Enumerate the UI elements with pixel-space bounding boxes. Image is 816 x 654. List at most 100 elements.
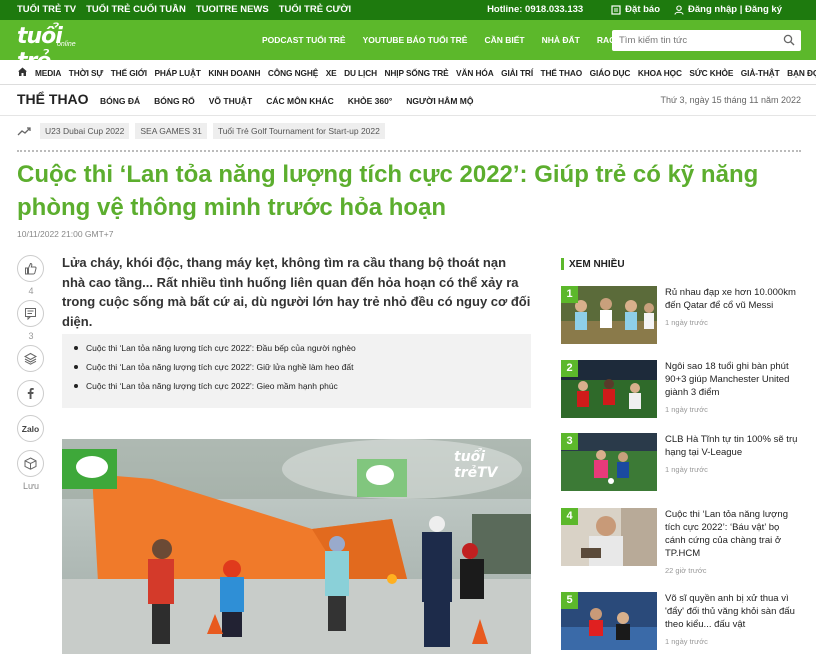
nav-item-giao-duc[interactable]: GIÁO DỤC bbox=[590, 68, 631, 78]
nav-item-ban-doc[interactable]: BẠN ĐỌC bbox=[787, 68, 816, 78]
nav-item-du-lich[interactable]: DU LỊCH bbox=[344, 68, 377, 78]
share-bar: 4 3 Zalo Lưu bbox=[17, 255, 45, 491]
hotline[interactable]: Hotline: 0918.033.133 bbox=[487, 4, 583, 15]
header-link-podcast[interactable]: PODCAST TUỔI TRẺ bbox=[262, 35, 346, 45]
logo-sub: online bbox=[57, 41, 76, 48]
item-thumbnail[interactable]: 1 bbox=[561, 286, 657, 344]
save-label: Lưu bbox=[22, 481, 40, 491]
trending-icon bbox=[17, 126, 31, 135]
login-link[interactable]: Đăng nhập | Đăng ký bbox=[674, 4, 782, 15]
nav-item-nhip-song-tre[interactable]: NHỊP SỐNG TRẺ bbox=[385, 68, 449, 78]
nav-item-thoi-su[interactable]: THỜI SỰ bbox=[69, 68, 104, 78]
bullet bbox=[74, 384, 78, 388]
top-link-news[interactable]: TUOITRE NEWS bbox=[196, 4, 269, 15]
article-date: 10/11/2022 21:00 GMT+7 bbox=[17, 229, 114, 239]
item-thumbnail[interactable]: 3 bbox=[561, 433, 657, 491]
nav-item-khoa-hoc[interactable]: KHOA HỌC bbox=[638, 68, 682, 78]
bullet bbox=[74, 365, 78, 369]
subscribe-link[interactable]: Đặt báo bbox=[611, 4, 660, 15]
related-item[interactable]: Cuộc thi ‘Lan tỏa năng lượng tích cực 20… bbox=[74, 381, 519, 391]
item-time: 22 giờ trước bbox=[665, 566, 707, 575]
top-link-tv[interactable]: TUỔI TRẺ TV bbox=[17, 4, 76, 15]
related-item[interactable]: Cuộc thi ‘Lan tỏa năng lượng tích cực 20… bbox=[74, 343, 519, 353]
subnav-bong-da[interactable]: BÓNG ĐÁ bbox=[100, 96, 140, 106]
item-title[interactable]: Võ sĩ quyền anh bị xử thua vì 'đẩy' đối … bbox=[665, 592, 801, 631]
item-text: Võ sĩ quyền anh bị xử thua vì 'đẩy' đối … bbox=[665, 592, 801, 648]
subscribe-label: Đặt báo bbox=[625, 4, 661, 15]
most-viewed-item[interactable]: 5 Võ sĩ quyền anh bị xử thua vì 'đẩy' đố… bbox=[561, 592, 801, 652]
rank-number: 1 bbox=[561, 286, 578, 303]
most-viewed-item[interactable]: 2 Ngôi sao 18 tuổi ghi bàn phút 90+3 giú… bbox=[561, 360, 801, 420]
login-label: Đăng nhập | Đăng ký bbox=[688, 4, 782, 15]
tag-sea-games[interactable]: SEA GAMES 31 bbox=[135, 123, 207, 139]
nav-item-the-thao[interactable]: THỂ THAO bbox=[541, 68, 583, 78]
top-bar: TUỔI TRẺ TV TUỔI TRẺ CUỐI TUẦN TUOITRE N… bbox=[0, 0, 816, 20]
header-link-youtube[interactable]: YOUTUBE BÁO TUỔI TRẺ bbox=[363, 35, 468, 45]
home-icon[interactable] bbox=[17, 66, 28, 77]
facebook-icon bbox=[27, 388, 34, 399]
item-text: Cuộc thi ‘Lan tỏa năng lượng tích cực 20… bbox=[665, 508, 801, 577]
nav-item-van-hoa[interactable]: VĂN HÓA bbox=[456, 68, 494, 78]
thumbs-up-icon bbox=[25, 262, 37, 275]
like-count: 4 bbox=[28, 286, 34, 296]
nav-item-media[interactable]: MEDIA bbox=[35, 68, 61, 78]
subnav-nguoi-ham-mo[interactable]: NGƯỜI HÂM MỘ bbox=[406, 96, 473, 106]
item-time: 1 ngày trước bbox=[665, 318, 708, 327]
item-title[interactable]: Ngôi sao 18 tuổi ghi bàn phút 90+3 giúp … bbox=[665, 360, 801, 399]
nav-item-phap-luat[interactable]: PHÁP LUẬT bbox=[154, 68, 201, 78]
subnav-vo-thuat[interactable]: VÕ THUẬT bbox=[209, 96, 252, 106]
header-link-nha-dat[interactable]: NHÀ ĐẤT bbox=[542, 35, 580, 45]
most-viewed-item[interactable]: 3 CLB Hà Tĩnh tự tin 100% sẽ trụ hạng tạ… bbox=[561, 433, 801, 493]
top-right: Hotline: 0918.033.133 Đặt báo Đăng nhập … bbox=[487, 4, 782, 15]
rank-number: 5 bbox=[561, 592, 578, 609]
trending-tags: U23 Dubai Cup 2022 SEA GAMES 31 Tuổi Trẻ… bbox=[17, 123, 391, 139]
article-hero-video[interactable]: tuổi trẻTV bbox=[62, 439, 531, 654]
nav-item-kinh-doanh[interactable]: KINH DOANH bbox=[208, 68, 260, 78]
header-nav: PODCAST TUỔI TRẺ YOUTUBE BÁO TUỔI TRẺ CẦ… bbox=[262, 35, 652, 45]
section-title[interactable]: THỂ THAO bbox=[17, 91, 89, 107]
item-thumbnail[interactable]: 5 bbox=[561, 592, 657, 650]
heading-accent bbox=[561, 258, 564, 270]
top-link-cuoi[interactable]: TUỔI TRẺ CƯỜI bbox=[279, 4, 351, 15]
most-viewed-item[interactable]: 1 Rủ nhau đạp xe hơn 10.000km đến Qatar … bbox=[561, 286, 801, 346]
zalo-share-button[interactable]: Zalo bbox=[17, 415, 44, 442]
site-logo[interactable]: tuổi trẻ online bbox=[17, 24, 99, 74]
item-title[interactable]: Cuộc thi ‘Lan tỏa năng lượng tích cực 20… bbox=[665, 508, 801, 560]
item-title[interactable]: CLB Hà Tĩnh tự tin 100% sẽ trụ hạng tại … bbox=[665, 433, 801, 459]
top-link-cuoi-tuan[interactable]: TUỔI TRẺ CUỐI TUẦN bbox=[86, 4, 186, 15]
subnav-cac-mon-khac[interactable]: CÁC MÔN KHÁC bbox=[266, 96, 334, 106]
comment-button[interactable] bbox=[17, 300, 44, 327]
newspaper-icon bbox=[611, 4, 621, 15]
facebook-share-button[interactable] bbox=[17, 380, 44, 407]
nav-item-suc-khoe[interactable]: SỨC KHỎE bbox=[689, 68, 733, 78]
like-button[interactable] bbox=[17, 255, 44, 282]
header-link-can-biet[interactable]: CẦN BIẾT bbox=[484, 35, 524, 45]
save-button[interactable] bbox=[17, 450, 44, 477]
divider bbox=[17, 150, 801, 152]
search-icon[interactable] bbox=[783, 34, 795, 46]
search-input[interactable]: Tìm kiếm tin tức bbox=[612, 30, 801, 51]
layers-icon bbox=[24, 352, 37, 365]
related-item[interactable]: Cuộc thi ‘Lan tỏa năng lượng tích cực 20… bbox=[74, 362, 519, 372]
subnav-bong-ro[interactable]: BÓNG RỔ bbox=[154, 96, 195, 106]
nav-item-the-gioi[interactable]: THẾ GIỚI bbox=[111, 68, 147, 78]
tag-golf[interactable]: Tuổi Trẻ Golf Tournament for Start-up 20… bbox=[212, 123, 385, 139]
top-links: TUỔI TRẺ TV TUỔI TRẺ CUỐI TUẦN TUOITRE N… bbox=[17, 4, 361, 15]
item-title[interactable]: Rủ nhau đạp xe hơn 10.000km đến Qatar để… bbox=[665, 286, 801, 312]
main-nav: MEDIA THỜI SỰ THẾ GIỚI PHÁP LUẬT KINH DO… bbox=[0, 60, 816, 85]
nav-item-xe[interactable]: XE bbox=[326, 68, 337, 78]
item-thumbnail[interactable]: 2 bbox=[561, 360, 657, 418]
related-articles: Cuộc thi ‘Lan tỏa năng lượng tích cực 20… bbox=[62, 334, 531, 408]
item-thumbnail[interactable]: 4 bbox=[561, 508, 657, 566]
tag-u23[interactable]: U23 Dubai Cup 2022 bbox=[40, 123, 130, 139]
subnav-khoe-360[interactable]: KHỎE 360° bbox=[348, 96, 393, 106]
nav-item-giai-tri[interactable]: GIẢI TRÍ bbox=[501, 68, 533, 78]
related-title: Cuộc thi ‘Lan tỏa năng lượng tích cực 20… bbox=[86, 381, 338, 391]
layers-button[interactable] bbox=[17, 345, 44, 372]
nav-item-gia-that[interactable]: GIẢ-THẬT bbox=[741, 68, 780, 78]
item-time: 1 ngày trước bbox=[665, 465, 708, 474]
item-time: 1 ngày trước bbox=[665, 405, 708, 414]
most-viewed-item[interactable]: 4 Cuộc thi ‘Lan tỏa năng lượng tích cực … bbox=[561, 508, 801, 575]
related-title: Cuộc thi ‘Lan tỏa năng lượng tích cực 20… bbox=[86, 343, 356, 353]
nav-item-cong-nghe[interactable]: CÔNG NGHỆ bbox=[268, 68, 318, 78]
